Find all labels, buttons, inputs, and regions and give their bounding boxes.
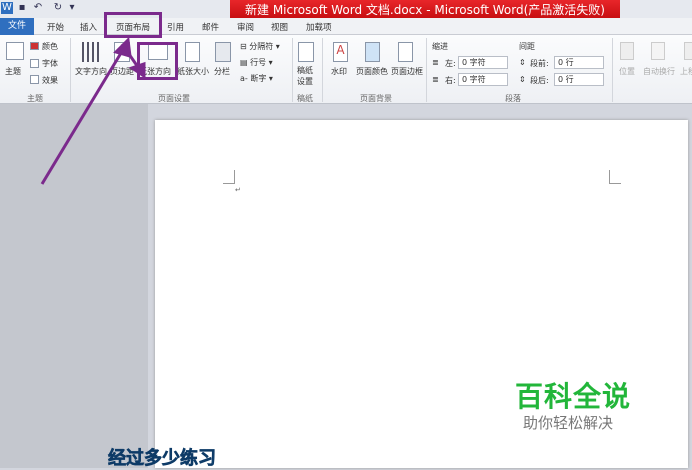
arrow-to-tab: [40, 47, 126, 185]
watermark-title: 百科全说: [515, 380, 632, 413]
caption-text: 经过多少练习: [108, 448, 217, 470]
arrow-head-orientation: [128, 61, 146, 79]
watermark-subtitle: 助你轻松解决: [523, 414, 614, 432]
